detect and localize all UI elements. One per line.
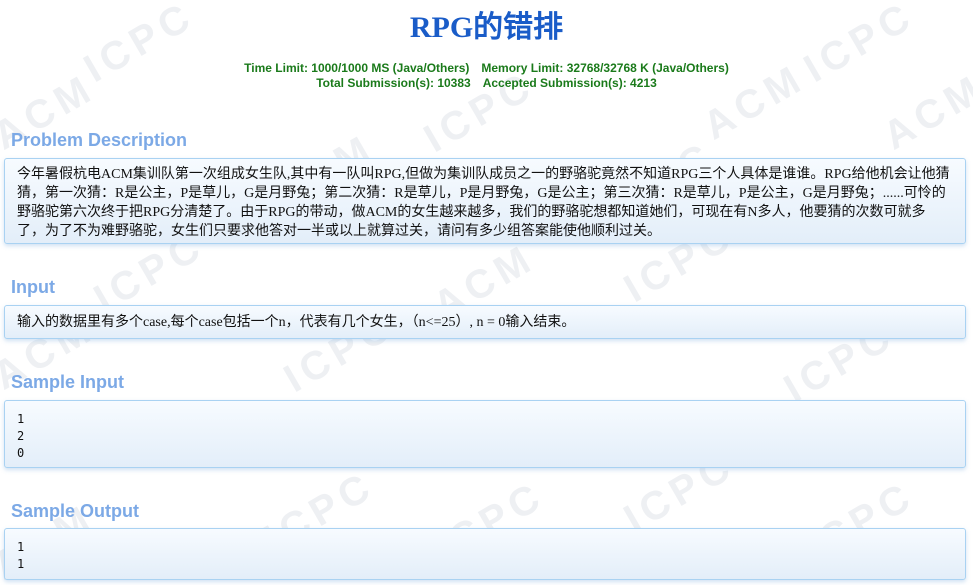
description-heading: Problem Description [11,130,188,150]
accepted-submissions: Accepted Submission(s): 4213 [482,76,657,90]
description-text: 今年暑假杭电ACM集训队第一次组成女生队,其中有一队叫RPG,但做为集训队成员之… [17,167,950,239]
sample-output-heading: Sample Output [11,501,140,521]
total-submissions: Total Submission(s): 10383 [316,76,471,90]
sample-output-code: 1 1 [17,540,25,571]
sample-output-panel: 1 1 [4,528,966,580]
problem-title: RPG的错排 [409,11,564,44]
problem-limits: Time Limit: 1000/1000 MS (Java/Others) Me… [0,61,973,91]
sample-input-code: 1 2 0 [17,412,25,460]
description-panel: 今年暑假杭电ACM集训队第一次组成女生队,其中有一队叫RPG,但做为集训队成员之… [4,158,966,244]
sample-input-panel: 1 2 0 [4,400,966,468]
memory-limit: Memory Limit: 32768/32768 K (Java/Others… [481,61,729,75]
sample-input-heading: Sample Input [11,372,125,392]
time-limit: Time Limit: 1000/1000 MS (Java/Others) [244,61,470,75]
input-text: 输入的数据里有多个case,每个case包括一个n，代表有几个女生，（n<=25… [17,315,576,330]
input-heading: Input [11,277,55,297]
input-panel: 输入的数据里有多个case,每个case包括一个n，代表有几个女生，（n<=25… [4,305,966,339]
